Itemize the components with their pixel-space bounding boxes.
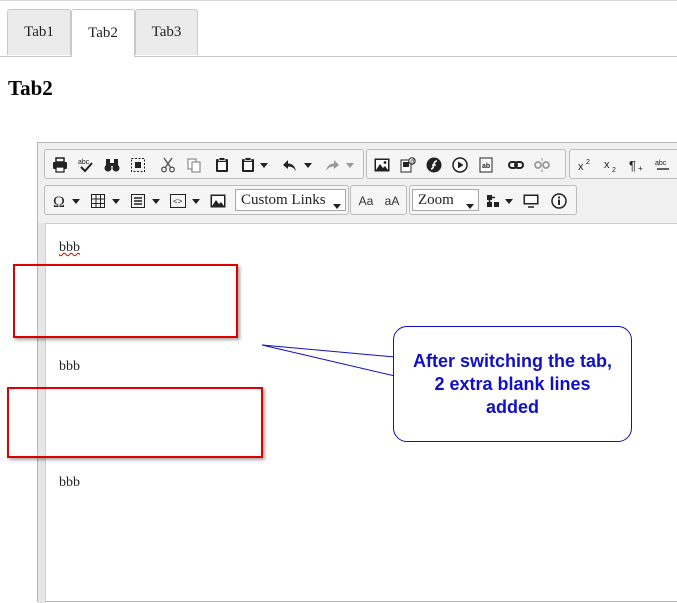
annotation-text: After switching the tab, 2 extra blank l…: [412, 350, 612, 417]
annotation-callout: After switching the tab, 2 extra blank l…: [393, 326, 632, 442]
callout-pointer: [261, 344, 396, 377]
